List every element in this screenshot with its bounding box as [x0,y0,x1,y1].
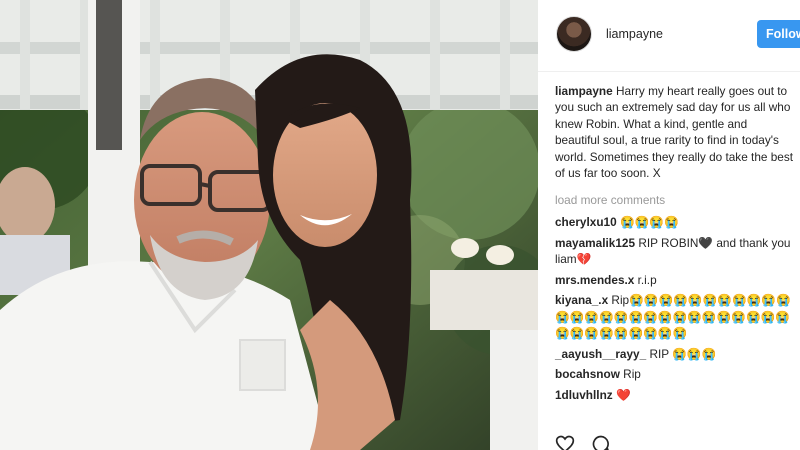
comment: mrs.mendes.x r.i.p [555,272,795,289]
avatar[interactable] [556,16,592,52]
comments-list: cherylxu10 😭😭😭😭 mayamalik125 RIP ROBIN🖤 … [555,214,795,407]
comment-username[interactable]: kiyana_.x [555,293,608,307]
caption-username[interactable]: liampayne [555,84,613,98]
comment-username[interactable]: _aayush__rayy_ [555,347,646,361]
follow-button[interactable]: Follow [757,20,800,48]
photo-image [0,0,538,450]
comment-text: ❤️ [615,387,631,402]
comment-icon[interactable] [591,434,611,450]
comment: _aayush__rayy_ RIP 😭😭😭 [555,346,795,363]
comment-username[interactable]: mrs.mendes.x [555,273,634,287]
comment-username[interactable]: mayamalik125 [555,236,635,250]
comment-text: RIP 😭😭😭 [649,346,717,361]
post-photo [0,0,538,450]
post-caption: liampayne Harry my heart really goes out… [555,83,795,181]
comment: kiyana_.x Rip😭😭😭😭😭😭😭😭😭😭😭😭😭😭😭😭😭😭😭😭😭😭😭😭😭😭😭… [555,292,795,342]
caption-text: Harry my heart really goes out to you su… [555,84,794,181]
comment-text: Rip [623,367,641,381]
comment: bocahsnow Rip [555,366,795,383]
post-panel: liampayne Follow liampayne Harry my hear… [538,0,800,450]
comment: cherylxu10 😭😭😭😭 [555,214,795,231]
comment-text: 😭😭😭😭 [619,215,679,229]
comment-username[interactable]: bocahsnow [555,367,620,381]
heart-icon[interactable] [555,434,575,450]
post-header: liampayne Follow [538,0,800,72]
load-more-comments-link[interactable]: load more comments [555,193,665,207]
comment-username[interactable]: 1dluvhllnz [555,388,613,402]
comment-text: r.i.p [637,272,657,287]
comment: mayamalik125 RIP ROBIN🖤 and thank you li… [555,235,795,268]
comment-username[interactable]: cherylxu10 [555,215,617,229]
post-username[interactable]: liampayne [606,27,663,41]
comment: 1dluvhllnz ❤️ [555,387,795,404]
